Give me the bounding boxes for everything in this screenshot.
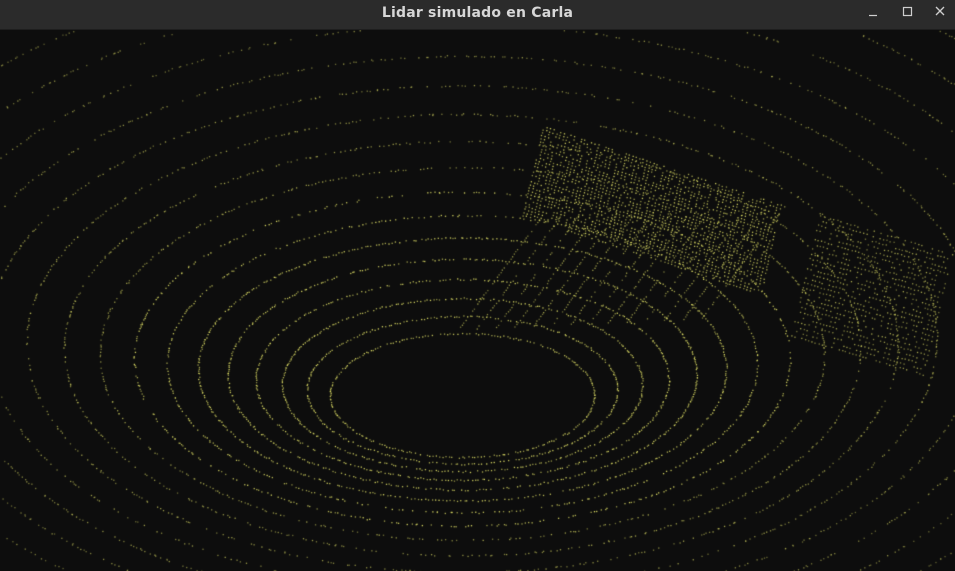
maximize-icon [902,6,913,17]
maximize-button[interactable] [894,2,920,24]
app-window: Lidar simulado en Carla [0,0,955,571]
close-icon [935,6,945,16]
close-button[interactable] [927,2,953,24]
minimize-icon [869,14,877,17]
title-bar[interactable]: Lidar simulado en Carla [0,0,955,30]
lidar-point-cloud[interactable] [0,30,955,571]
window-title: Lidar simulado en Carla [381,5,574,21]
lidar-viewport[interactable] [0,30,955,571]
minimize-button[interactable] [860,2,886,24]
